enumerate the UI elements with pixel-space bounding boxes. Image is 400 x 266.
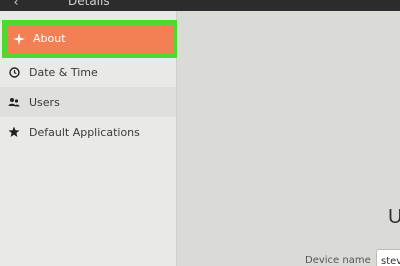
settings-window: ‹ Details About Date & Time Users Defaul… [0, 0, 400, 266]
sidebar-item-default-applications[interactable]: Default Applications [0, 117, 176, 147]
sidebar-item-label: Date & Time [29, 65, 98, 79]
sidebar-item-about-highlight: About [7, 25, 174, 53]
device-name-field[interactable]: steve [376, 249, 400, 266]
header-title: Details [68, 0, 110, 8]
sidebar: About Date & Time Users Default Applicat… [0, 11, 179, 266]
page-title-fragment: U [388, 206, 400, 228]
back-button[interactable]: ‹ [9, 0, 23, 9]
sidebar-item-users[interactable]: Users [0, 87, 176, 117]
users-icon [7, 95, 21, 109]
header-bar: ‹ Details [0, 0, 400, 11]
main-content: U Device name steve [177, 11, 400, 266]
sidebar-item-label: About [33, 32, 66, 45]
sidebar-item-label: Users [29, 95, 60, 109]
sidebar-item-date-time[interactable]: Date & Time [0, 57, 176, 87]
device-name-label: Device name [305, 255, 371, 266]
star-icon [7, 125, 21, 139]
sidebar-item-label: Default Applications [29, 125, 140, 139]
clock-icon [7, 65, 21, 79]
sidebar-item-about[interactable]: About [2, 20, 179, 58]
sparkle-icon [12, 32, 26, 46]
chevron-left-icon: ‹ [13, 0, 19, 9]
